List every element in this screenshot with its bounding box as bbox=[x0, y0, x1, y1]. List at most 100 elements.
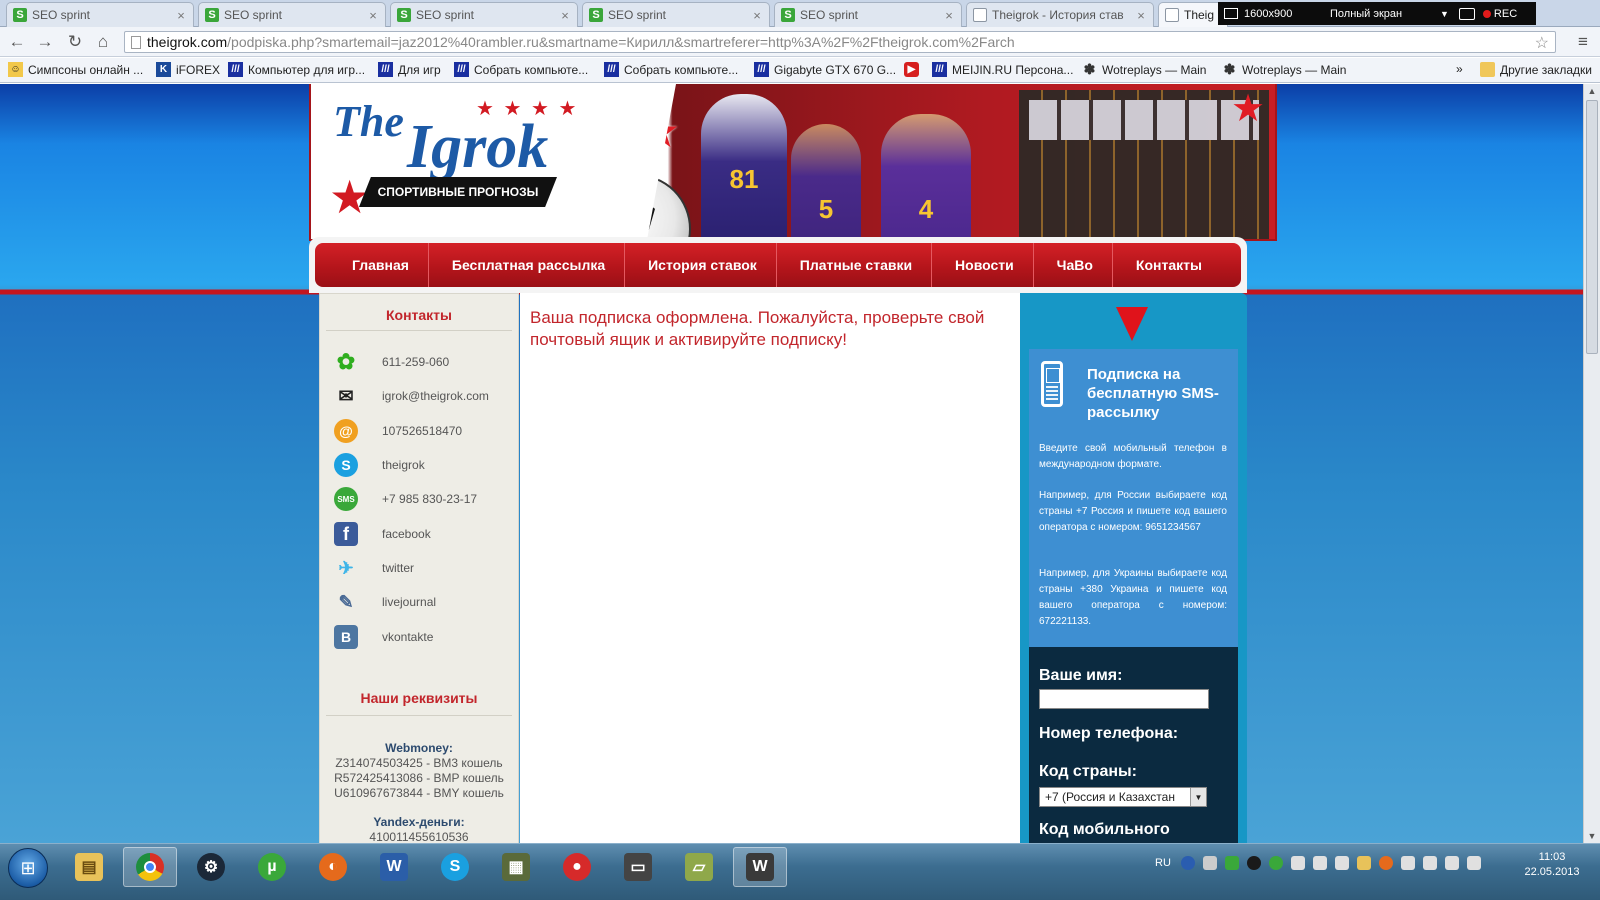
contact-vkontakte[interactable]: B vkontakte bbox=[334, 624, 433, 650]
taskbar-chrome[interactable] bbox=[123, 847, 177, 887]
contact-mail-agent[interactable]: @ 107526518470 bbox=[334, 418, 462, 444]
bookmark-item[interactable]: KiFOREX bbox=[156, 62, 220, 77]
contact-icq[interactable]: ✿ 611-259-060 bbox=[334, 349, 449, 375]
recorder-mode[interactable]: Полный экран bbox=[1330, 8, 1440, 20]
contact-livejournal[interactable]: ✎ livejournal bbox=[334, 589, 436, 615]
name-input[interactable] bbox=[1039, 689, 1209, 709]
close-tab-icon[interactable]: × bbox=[559, 8, 571, 23]
page-scrollbar[interactable]: ▲ ▼ bbox=[1583, 84, 1600, 843]
bookmark-item[interactable]: /// Gigabyte GTX 670 G... bbox=[754, 62, 896, 77]
tray-app-icon[interactable] bbox=[1335, 856, 1349, 870]
home-icon[interactable]: ⌂ bbox=[92, 31, 114, 53]
bookmark-star-icon[interactable]: ☆ bbox=[1535, 33, 1549, 53]
contact-text: facebook bbox=[382, 527, 431, 541]
explorer-icon: ▤ bbox=[75, 853, 103, 881]
utorrent-tray-icon[interactable] bbox=[1225, 856, 1239, 870]
scroll-down-arrow-icon[interactable]: ▼ bbox=[1584, 831, 1600, 841]
taskbar-skype[interactable]: S bbox=[428, 847, 482, 887]
taskbar-world-of-tanks[interactable]: W bbox=[733, 847, 787, 887]
tray-app-icon[interactable] bbox=[1357, 856, 1371, 870]
sports-photo-collage: 81 5 4 ★ ★ bbox=[581, 84, 1275, 239]
taskbar-clock[interactable]: 11:03 22.05.2013 bbox=[1517, 850, 1587, 880]
tray-app-icon[interactable] bbox=[1379, 856, 1393, 870]
envelope-icon: ✉ bbox=[338, 385, 354, 406]
bookmark-label: Компьютер для игр... bbox=[248, 62, 366, 77]
chevron-down-icon[interactable]: ▼ bbox=[1190, 788, 1206, 806]
back-arrow-icon[interactable]: ← bbox=[6, 31, 28, 53]
contact-skype[interactable]: S theigrok bbox=[334, 452, 425, 478]
contact-facebook[interactable]: f facebook bbox=[334, 521, 431, 547]
flag-icon[interactable] bbox=[1423, 856, 1437, 870]
taskbar-record[interactable]: ● bbox=[550, 847, 604, 887]
camera-icon[interactable] bbox=[1458, 7, 1475, 20]
site-logo[interactable]: The ★ ★ ★ ★ Igrok ★ СПОРТИВНЫЕ ПРОГНОЗЫ bbox=[311, 84, 676, 239]
scroll-up-arrow-icon[interactable]: ▲ bbox=[1584, 86, 1600, 96]
help-icon[interactable] bbox=[1181, 856, 1195, 870]
bookmark-item[interactable]: /// Собрать компьюте... bbox=[604, 62, 738, 77]
menu-icon[interactable]: ≡ bbox=[1572, 31, 1594, 53]
bookmark-item[interactable]: /// Компьютер для игр... bbox=[228, 62, 365, 77]
bookmark-item[interactable]: ✽ Wotreplays — Main bbox=[1082, 61, 1207, 77]
menu-item-faq[interactable]: ЧаВо bbox=[1038, 243, 1113, 287]
taskbar-screen-recorder[interactable]: ▦ bbox=[489, 847, 543, 887]
taskbar-notes[interactable]: ▱ bbox=[672, 847, 726, 887]
taskbar-firefox[interactable]: ◐ bbox=[306, 847, 360, 887]
taskbar-monitor[interactable]: ▭ bbox=[611, 847, 665, 887]
bookmarks-overflow[interactable]: » bbox=[1456, 62, 1463, 76]
tray-app-icon[interactable] bbox=[1269, 856, 1283, 870]
menu-item-free-newsletter[interactable]: Бесплатная рассылка bbox=[433, 243, 626, 287]
close-tab-icon[interactable]: × bbox=[175, 8, 187, 23]
skype-icon: S bbox=[441, 853, 469, 881]
taskbar-steam[interactable]: ⚙ bbox=[184, 847, 238, 887]
reload-icon[interactable]: ↻ bbox=[64, 31, 86, 53]
volume-icon[interactable] bbox=[1467, 856, 1481, 870]
keyboard-language[interactable]: RU bbox=[1155, 857, 1171, 869]
tray-app-icon[interactable] bbox=[1401, 856, 1415, 870]
bookmark-item[interactable]: ☺ Симпсоны онлайн ... bbox=[8, 62, 143, 77]
screen-recorder-icon: ▦ bbox=[502, 853, 530, 881]
country-code-value: +7 (Россия и Казахстан bbox=[1045, 790, 1175, 804]
scrollbar-thumb[interactable] bbox=[1586, 100, 1598, 354]
contact-sms[interactable]: SMS +7 985 830-23-17 bbox=[334, 486, 477, 512]
taskbar-explorer[interactable]: ▤ bbox=[62, 847, 116, 887]
bookmark-item[interactable]: /// Собрать компьюте... bbox=[454, 62, 588, 77]
taskbar-utorrent[interactable]: µ bbox=[245, 847, 299, 887]
contact-twitter[interactable]: ✈ twitter bbox=[334, 555, 414, 581]
recorder-resolution[interactable]: 1600x900 bbox=[1244, 8, 1314, 20]
bookmark-item[interactable]: /// MEIJIN.RU Персона... bbox=[932, 62, 1073, 77]
tray-expand-icon[interactable] bbox=[1203, 856, 1217, 870]
recorder-rec-label[interactable]: REC bbox=[1494, 8, 1517, 20]
close-tab-icon[interactable]: × bbox=[751, 8, 763, 23]
menu-item-paid-bets[interactable]: Платные ставки bbox=[781, 243, 933, 287]
windows-start-button[interactable]: ⊞ bbox=[8, 848, 48, 888]
tray-app-icon[interactable] bbox=[1313, 856, 1327, 870]
browser-tab[interactable]: S SEO sprint × bbox=[582, 2, 770, 27]
browser-tab[interactable]: S SEO sprint × bbox=[6, 2, 194, 27]
menu-item-home[interactable]: Главная bbox=[335, 243, 429, 287]
other-bookmarks-folder[interactable]: Другие закладки bbox=[1480, 62, 1592, 77]
youtube-icon: ▶ bbox=[904, 62, 919, 77]
browser-tab[interactable]: S SEO sprint × bbox=[198, 2, 386, 27]
contact-email[interactable]: ✉ igrok@theigrok.com bbox=[334, 383, 488, 409]
close-tab-icon[interactable]: × bbox=[943, 8, 955, 23]
network-signal-icon[interactable] bbox=[1445, 856, 1459, 870]
close-tab-icon[interactable]: × bbox=[367, 8, 379, 23]
steam-tray-icon[interactable] bbox=[1247, 856, 1261, 870]
close-tab-icon[interactable]: × bbox=[1135, 8, 1147, 23]
browser-tab[interactable]: Theigrok - История став × bbox=[966, 2, 1154, 27]
taskbar-word[interactable]: W bbox=[367, 847, 421, 887]
bookmark-item[interactable]: ✽ Wotreplays — Main bbox=[1222, 61, 1347, 77]
browser-tab[interactable]: S SEO sprint × bbox=[390, 2, 578, 27]
address-bar[interactable]: theigrok.com /podpiska.php?smartemail=ja… bbox=[124, 31, 1556, 53]
menu-item-news[interactable]: Новости bbox=[936, 243, 1034, 287]
browser-tab[interactable]: S SEO sprint × bbox=[774, 2, 962, 27]
bookmark-item[interactable]: /// Для игр bbox=[378, 62, 441, 77]
bookmark-item[interactable]: ▶ bbox=[904, 62, 924, 77]
menu-item-contacts[interactable]: Контакты bbox=[1117, 243, 1221, 287]
country-code-select[interactable]: +7 (Россия и Казахстан ▼ bbox=[1039, 787, 1207, 807]
recorder-region-icon[interactable] bbox=[1224, 8, 1238, 19]
menu-item-bet-history[interactable]: История ставок bbox=[629, 243, 777, 287]
chevron-down-icon[interactable]: ▼ bbox=[1440, 9, 1449, 19]
forward-arrow-icon[interactable]: → bbox=[34, 31, 56, 53]
tray-app-icon[interactable] bbox=[1291, 856, 1305, 870]
